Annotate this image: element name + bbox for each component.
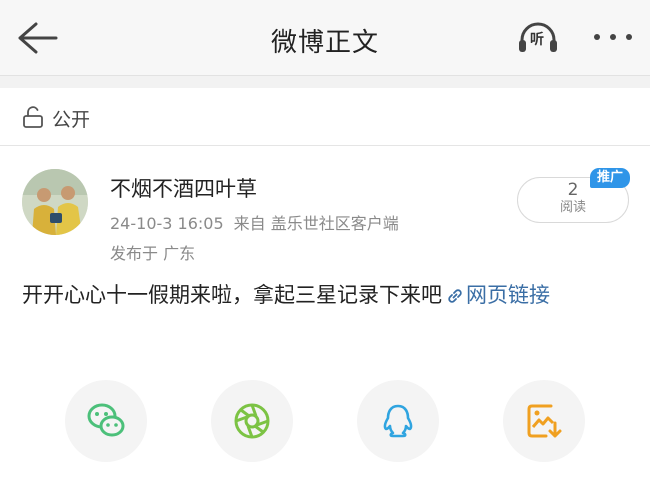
avatar[interactable] [22, 169, 88, 235]
post-date: 24-10-3 16:05 [110, 214, 224, 233]
unlock-icon [23, 106, 43, 128]
post-source[interactable]: 来自 盖乐世社区客户端 [234, 214, 399, 233]
more-dot-icon [626, 34, 632, 40]
save-image-icon [527, 404, 562, 438]
avatar-image [22, 169, 88, 235]
wechat-icon [87, 403, 125, 437]
post-body: 开开心心十一假期来啦，拿起三星记录下来吧 网页链接 [22, 279, 628, 311]
moments-icon [234, 403, 270, 439]
more-options-button[interactable] [590, 34, 636, 44]
listen-label: 听 [530, 32, 544, 48]
post-meta: 24-10-3 16:05 来自 盖乐世社区客户端 [110, 210, 399, 234]
qq-icon [383, 404, 413, 438]
visibility-label: 公开 [52, 109, 91, 131]
post-text: 开开心心十一假期来啦，拿起三星记录下来吧 [22, 283, 442, 307]
promote-badge[interactable]: 推广 [590, 168, 630, 188]
web-link-label: 网页链接 [466, 283, 550, 307]
share-moments-button[interactable] [211, 380, 293, 462]
more-dot-icon [594, 34, 600, 40]
link-icon [448, 289, 462, 303]
visibility-row[interactable]: 公开 [0, 88, 650, 146]
post-location: 发布于 广东 [110, 244, 196, 263]
share-row [0, 380, 650, 464]
top-bar: 微博正文 听 [0, 0, 650, 76]
post-card: 不烟不酒四叶草 24-10-3 16:05 来自 盖乐世社区客户端 发布于 广东 … [0, 147, 650, 481]
read-label: 阅读 [559, 200, 586, 215]
username[interactable]: 不烟不酒四叶草 [110, 173, 257, 203]
more-dot-icon [610, 34, 616, 40]
share-qq-button[interactable] [357, 380, 439, 462]
share-wechat-button[interactable] [65, 380, 147, 462]
web-link[interactable]: 网页链接 [442, 283, 550, 307]
save-image-button[interactable] [503, 380, 585, 462]
listen-button[interactable]: 听 [516, 18, 560, 58]
section-divider [0, 76, 650, 88]
